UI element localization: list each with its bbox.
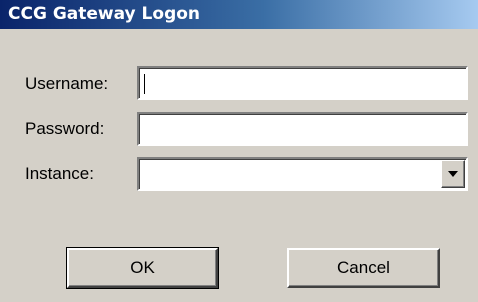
username-field[interactable] <box>137 66 468 100</box>
instance-input[interactable] <box>143 162 433 186</box>
title-bar[interactable]: CCG Gateway Logon <box>0 0 478 29</box>
window-title: CCG Gateway Logon <box>8 4 201 24</box>
username-input[interactable] <box>143 71 453 95</box>
logon-dialog: CCG Gateway Logon Username: Password: In… <box>0 0 478 302</box>
ok-button[interactable]: OK <box>66 247 219 289</box>
instance-combobox[interactable] <box>137 157 468 191</box>
instance-label: Instance: <box>25 164 94 183</box>
instance-dropdown-button[interactable] <box>441 160 465 188</box>
username-label: Username: <box>25 74 109 93</box>
dropdown-arrow-icon <box>448 171 458 177</box>
password-field[interactable] <box>137 112 468 146</box>
password-input[interactable] <box>143 117 453 141</box>
password-label: Password: <box>25 119 105 138</box>
cancel-button[interactable]: Cancel <box>287 248 440 288</box>
